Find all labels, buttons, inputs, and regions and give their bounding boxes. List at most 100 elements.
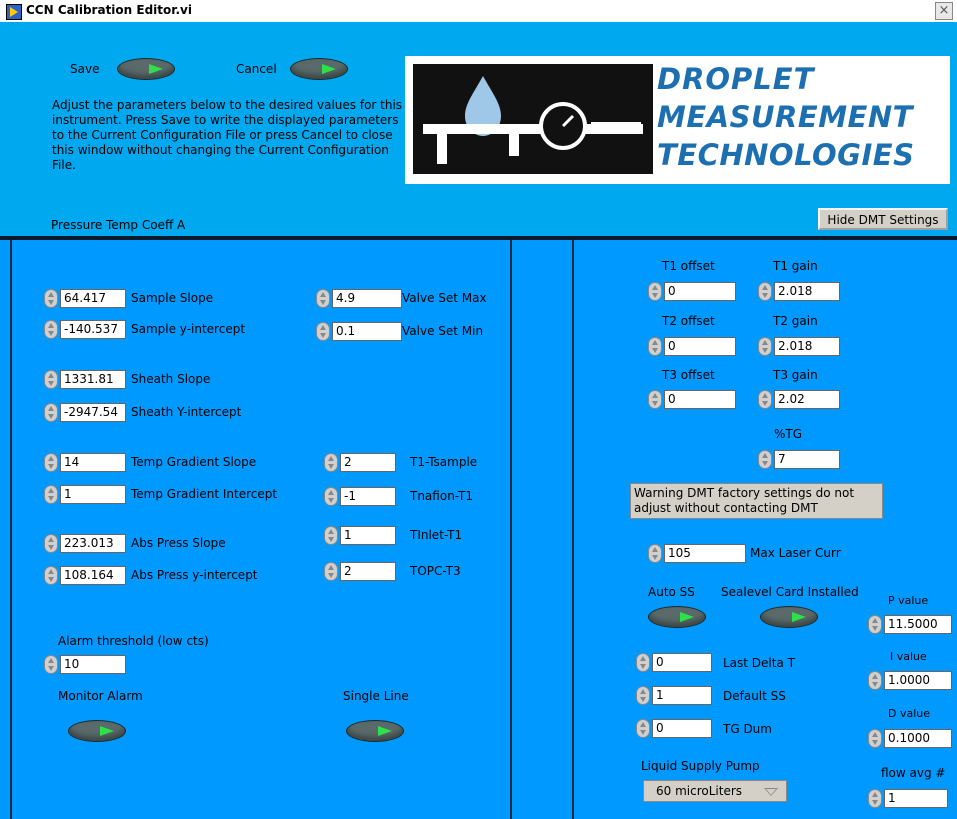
spinner-icon[interactable]: [758, 390, 772, 409]
spinner-icon[interactable]: [44, 289, 58, 308]
sample-slope-label: Sample Slope: [131, 291, 214, 305]
default-ss-label: Default SS: [723, 689, 786, 703]
dmt-logo: DROPLET MEASUREMENT TECHNOLOGIES: [405, 56, 950, 184]
t2-offset-label: T2 offset: [662, 314, 715, 328]
save-button[interactable]: [117, 58, 175, 80]
temp-grad-slope-input[interactable]: 14: [60, 453, 126, 472]
logo-line-1: DROPLET: [657, 62, 815, 96]
auto-ss-toggle[interactable]: [648, 606, 706, 628]
d-value-input[interactable]: 0.1000: [884, 729, 952, 748]
middle-border-right: [572, 240, 574, 819]
t1-gain-input[interactable]: 2.018: [774, 282, 840, 301]
spinner-icon[interactable]: [758, 450, 772, 469]
abs-press-slope-input[interactable]: 223.013: [60, 534, 126, 553]
spinner-icon[interactable]: [316, 322, 330, 341]
sheath-slope-label: Sheath Slope: [131, 372, 211, 386]
app-icon: [6, 4, 22, 20]
sealevel-card-toggle[interactable]: [760, 606, 818, 628]
max-laser-input[interactable]: 105: [664, 544, 746, 563]
instructions-text: Adjust the parameters below to the desir…: [52, 98, 403, 172]
monitor-alarm-label: Monitor Alarm: [58, 689, 143, 703]
pct-tg-label: %TG: [774, 427, 803, 441]
spinner-icon[interactable]: [324, 453, 338, 472]
logo-line-3: TECHNOLOGIES: [657, 138, 915, 172]
valve-max-input[interactable]: 4.9: [332, 289, 402, 308]
spinner-icon[interactable]: [44, 566, 58, 585]
sample-yint-input[interactable]: -140.537: [60, 320, 126, 339]
spinner-icon[interactable]: [868, 789, 882, 808]
spinner-icon[interactable]: [868, 671, 882, 690]
tinlet-t1-input[interactable]: 1: [340, 526, 396, 545]
sample-slope-input[interactable]: 64.417: [60, 289, 126, 308]
spinner-icon[interactable]: [44, 534, 58, 553]
single-line-label: Single Line: [343, 689, 409, 703]
flow-avg-label: flow avg #: [881, 766, 946, 780]
spinner-icon[interactable]: [316, 289, 330, 308]
spinner-icon[interactable]: [44, 485, 58, 504]
sealevel-card-label: Sealevel Card Installed: [721, 585, 859, 599]
alarm-threshold-label: Alarm threshold (low cts): [58, 634, 209, 648]
temp-grad-slope-label: Temp Gradient Slope: [131, 455, 257, 469]
spinner-icon[interactable]: [324, 487, 338, 506]
hide-dmt-settings-button[interactable]: Hide DMT Settings: [818, 208, 948, 230]
spinner-icon[interactable]: [758, 282, 772, 301]
tnafion-t1-input[interactable]: -1: [340, 487, 396, 506]
default-ss-input[interactable]: 1: [652, 686, 712, 705]
middle-border-left: [510, 240, 512, 819]
abs-press-yint-label: Abs Press y-intercept: [131, 568, 258, 582]
pressure-temp-coeff-label: Pressure Temp Coeff A: [51, 218, 186, 232]
spinner-icon[interactable]: [44, 655, 58, 674]
spinner-icon[interactable]: [648, 337, 662, 356]
t1-tsample-input[interactable]: 2: [340, 453, 396, 472]
spinner-icon[interactable]: [44, 370, 58, 389]
spinner-icon[interactable]: [44, 403, 58, 422]
close-button[interactable]: ×: [935, 2, 953, 20]
t1-offset-input[interactable]: 0: [664, 282, 736, 301]
monitor-alarm-toggle[interactable]: [68, 720, 126, 742]
last-delta-t-label: Last Delta T: [723, 656, 795, 670]
t3-offset-input[interactable]: 0: [664, 390, 736, 409]
abs-press-yint-input[interactable]: 108.164: [60, 566, 126, 585]
spinner-icon[interactable]: [868, 615, 882, 634]
spinner-icon[interactable]: [44, 453, 58, 472]
sheath-yint-input[interactable]: -2947.54: [60, 403, 126, 422]
spinner-icon[interactable]: [44, 320, 58, 339]
spinner-icon[interactable]: [648, 390, 662, 409]
single-line-toggle[interactable]: [346, 720, 404, 742]
valve-min-input[interactable]: 0.1: [332, 322, 402, 341]
topc-t3-input[interactable]: 2: [340, 562, 396, 581]
spinner-icon[interactable]: [648, 282, 662, 301]
alarm-threshold-input[interactable]: 10: [60, 655, 126, 674]
flow-avg-input[interactable]: 1: [884, 789, 948, 808]
tg-dum-input[interactable]: 0: [652, 719, 712, 738]
tinlet-t1-label: TInlet-T1: [410, 528, 463, 542]
p-value-input[interactable]: 11.5000: [884, 615, 952, 634]
cancel-label: Cancel: [236, 62, 277, 76]
cancel-button[interactable]: [290, 58, 348, 80]
tg-dum-label: TG Dum: [723, 722, 772, 736]
t2-gain-input[interactable]: 2.018: [774, 337, 840, 356]
sheath-slope-input[interactable]: 1331.81: [60, 370, 126, 389]
spinner-icon[interactable]: [324, 526, 338, 545]
t2-offset-input[interactable]: 0: [664, 337, 736, 356]
max-laser-label: Max Laser Curr: [750, 546, 841, 560]
pct-tg-input[interactable]: 7: [774, 450, 840, 469]
spinner-icon[interactable]: [758, 337, 772, 356]
last-delta-t-input[interactable]: 0: [652, 653, 712, 672]
i-value-input[interactable]: 1.0000: [884, 671, 952, 690]
spinner-icon[interactable]: [636, 719, 650, 738]
window-title: CCN Calibration Editor.vi: [26, 3, 192, 17]
sample-yint-label: Sample y-intercept: [131, 322, 246, 336]
tnafion-t1-label: Tnafion-T1: [410, 489, 473, 503]
spinner-icon[interactable]: [636, 653, 650, 672]
t3-gain-input[interactable]: 2.02: [774, 390, 840, 409]
liquid-pump-select[interactable]: 60 microLiters: [643, 780, 787, 802]
spinner-icon[interactable]: [324, 562, 338, 581]
spinner-icon[interactable]: [868, 729, 882, 748]
spinner-icon[interactable]: [636, 686, 650, 705]
chevron-down-icon: [764, 788, 778, 796]
temp-grad-int-input[interactable]: 1: [60, 485, 126, 504]
abs-press-slope-label: Abs Press Slope: [131, 536, 226, 550]
save-label: Save: [70, 62, 100, 76]
spinner-icon[interactable]: [648, 544, 662, 563]
